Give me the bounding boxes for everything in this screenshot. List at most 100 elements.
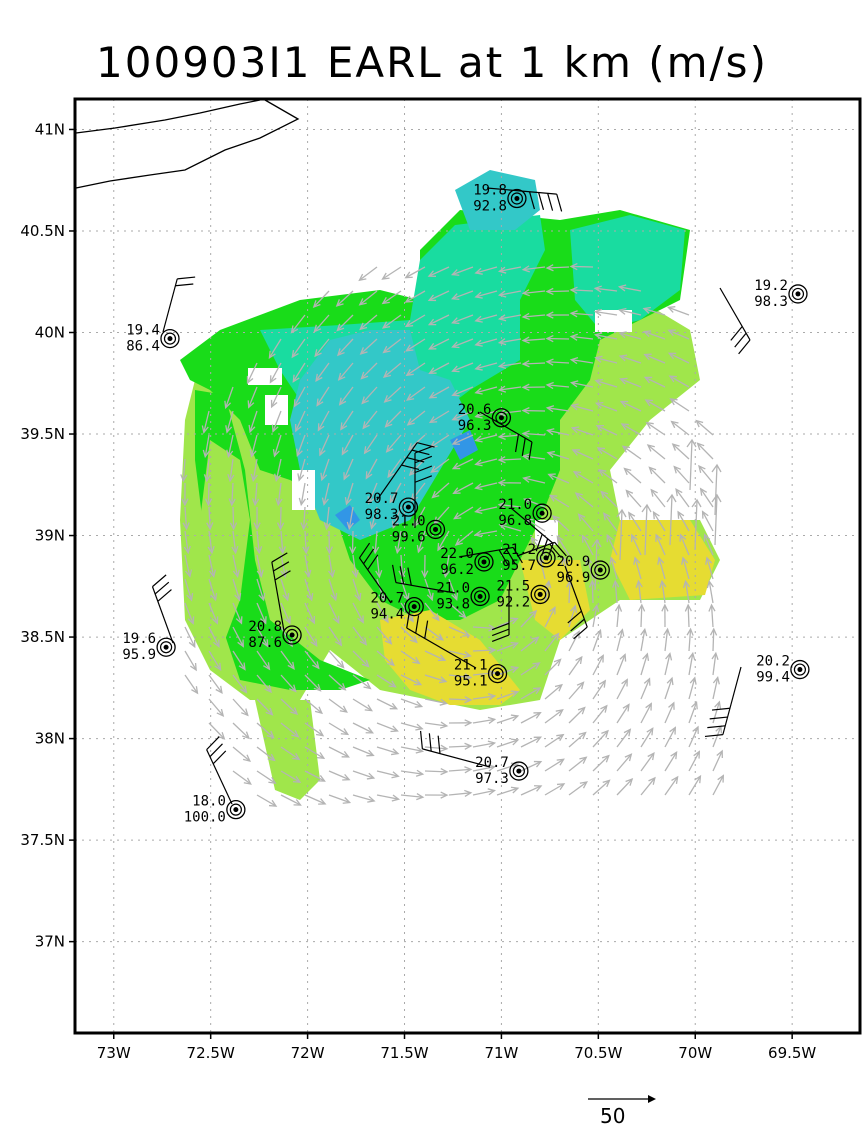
no-data-gap xyxy=(265,395,288,425)
wind-vector xyxy=(592,655,604,676)
wind-vector xyxy=(256,794,277,807)
station-rh: 87.6 xyxy=(248,635,282,651)
dropsonde-station: 19.695.9 xyxy=(122,631,176,663)
lat-tick-label: 39.5N xyxy=(20,425,65,443)
lat-tick-label: 37.5N xyxy=(20,831,65,849)
wind-vector xyxy=(640,777,656,796)
dropsonde-station: 20.299.4 xyxy=(756,654,810,686)
no-data-gap xyxy=(595,310,632,332)
lon-tick-label: 71W xyxy=(484,1044,518,1062)
station-speed: 19.8 xyxy=(473,182,507,198)
wind-vector xyxy=(675,488,690,508)
lat-tick-label: 41N xyxy=(35,120,65,138)
wind-vector xyxy=(232,722,250,739)
station-rh: 98.3 xyxy=(754,294,788,310)
barb-flag xyxy=(154,581,170,595)
wind-vector xyxy=(616,704,630,724)
scale-arrow-label: 50 xyxy=(600,1104,626,1128)
wind-vector xyxy=(544,734,564,748)
station-speed: 18.0 xyxy=(192,794,226,810)
wind-vector xyxy=(184,650,197,671)
station-speed: 21.0 xyxy=(498,497,532,513)
station-speed: 21.0 xyxy=(436,580,470,596)
wind-vector xyxy=(546,290,570,293)
wind-vector xyxy=(616,778,633,796)
station-rh: 97.3 xyxy=(475,771,509,787)
wind-vector xyxy=(624,467,642,484)
barb-flag xyxy=(212,750,227,765)
barb-flag xyxy=(707,725,726,729)
barb-flag xyxy=(428,733,432,752)
station-speed: 19.4 xyxy=(126,323,160,339)
wind-vector xyxy=(616,679,628,700)
lat-tick-label: 40.5N xyxy=(20,222,65,240)
lon-tick-label: 69.5W xyxy=(768,1044,816,1062)
barb-staff xyxy=(722,666,742,735)
wind-vector xyxy=(448,745,472,748)
wind-vector xyxy=(695,420,714,436)
lat-tick-label: 38N xyxy=(35,730,65,748)
station-rh: 96.3 xyxy=(458,418,492,434)
wind-vector xyxy=(664,727,676,748)
lat-tick-label: 40N xyxy=(35,324,65,342)
wind-vector xyxy=(712,775,724,796)
wind-vector xyxy=(647,444,666,460)
lon-tick-label: 71.5W xyxy=(380,1044,428,1062)
coastline xyxy=(75,99,300,189)
wind-vector xyxy=(592,705,608,724)
scale-arrow xyxy=(588,1095,656,1103)
station-speed: 20.7 xyxy=(370,591,404,607)
wind-vector xyxy=(520,712,541,724)
barb-flag xyxy=(738,339,751,355)
station-rh: 96.2 xyxy=(440,562,474,578)
station-speed: 21.2 xyxy=(502,542,536,558)
wind-vector xyxy=(544,758,565,772)
barb-flag xyxy=(419,730,423,749)
wind-vector xyxy=(232,506,235,530)
wind-vector xyxy=(664,776,679,796)
station-speed: 20.9 xyxy=(557,554,591,570)
lat-tick-label: 39N xyxy=(35,527,65,545)
wind-vector xyxy=(568,756,587,772)
station-rh: 95.7 xyxy=(502,558,536,574)
wind-vector xyxy=(232,698,249,716)
wind-speed-fill xyxy=(180,170,720,800)
wind-vector xyxy=(697,442,714,460)
wind-vector xyxy=(640,604,643,628)
wind-vector xyxy=(664,751,678,772)
wind-vector xyxy=(646,422,666,436)
lon-tick-label: 72W xyxy=(291,1044,325,1062)
station-speed: 20.2 xyxy=(756,654,790,670)
dropsonde-station: 20.797.3 xyxy=(475,755,529,787)
wind-vector xyxy=(544,783,565,796)
dropsonde-station: 19.298.3 xyxy=(754,278,808,310)
barb-flag xyxy=(704,734,723,738)
wind-vector xyxy=(568,707,586,724)
station-rh: 100.0 xyxy=(184,810,226,826)
wind-vector xyxy=(670,398,690,412)
wind-map: 19.892.8 19.298.3 19.486.4 20.696.3 20.7 98.3… xyxy=(20,97,862,1103)
dropsonde-station: 18.0100.0 xyxy=(184,794,246,826)
station-speed: 20.6 xyxy=(458,402,492,418)
station-speed: 21.5 xyxy=(496,578,530,594)
barb-flag xyxy=(177,276,196,280)
barb-flag xyxy=(152,574,167,588)
barb-flag xyxy=(709,716,728,720)
wind-vector xyxy=(640,752,655,772)
station-speed: 22.0 xyxy=(440,546,474,562)
station-rh: 95.9 xyxy=(122,647,156,663)
wind-vector xyxy=(592,779,610,796)
station-speed: 20.7 xyxy=(365,491,399,507)
wind-vector xyxy=(568,631,580,652)
station-rh: 93.8 xyxy=(436,596,470,612)
station-rh: 95.1 xyxy=(454,674,488,690)
wind-vector xyxy=(328,698,348,713)
wind-vector xyxy=(207,482,210,506)
wind-vector xyxy=(592,755,610,772)
wind-vector xyxy=(640,728,654,748)
barb-flag xyxy=(734,332,747,348)
lon-tick-label: 70.5W xyxy=(574,1044,622,1062)
wind-vector xyxy=(232,770,252,785)
barb-flag xyxy=(730,326,743,341)
wind-vector xyxy=(352,722,373,734)
